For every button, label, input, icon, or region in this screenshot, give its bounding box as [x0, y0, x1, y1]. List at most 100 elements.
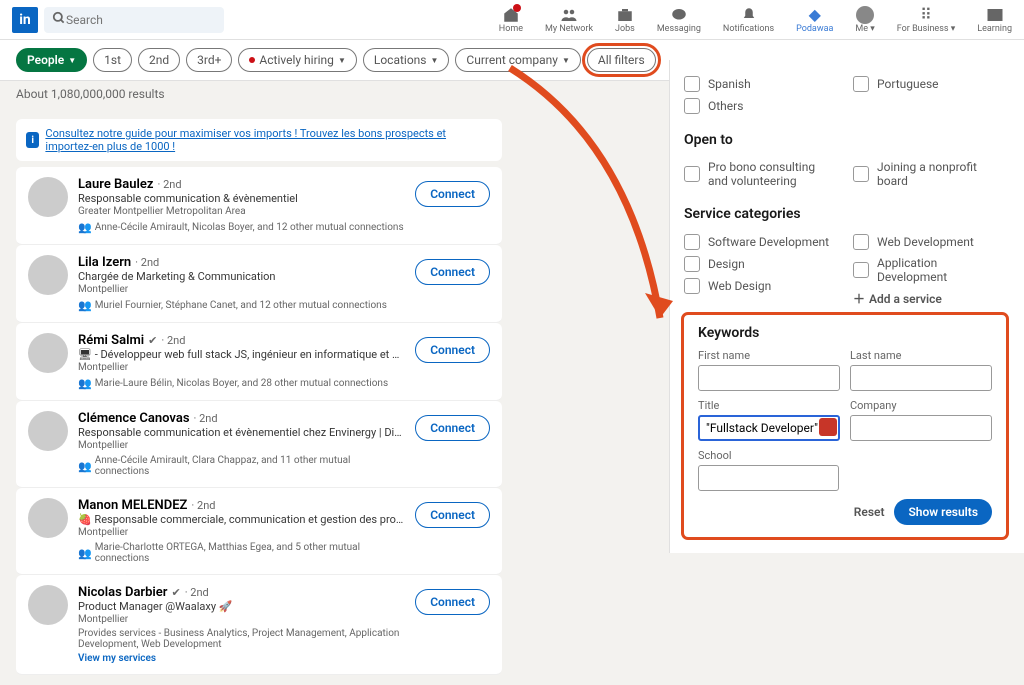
title-label: Title — [698, 399, 840, 412]
checkbox-icon — [684, 98, 700, 114]
check-appdev[interactable]: Application Development — [853, 256, 1006, 284]
filter-3rd[interactable]: 3rd+ — [186, 48, 232, 72]
filter-people[interactable]: People▼ — [16, 48, 87, 72]
connect-button[interactable]: Connect — [415, 589, 490, 615]
connection-degree: · 2nd — [191, 499, 215, 512]
filter-2nd[interactable]: 2nd — [138, 48, 180, 72]
check-softdev[interactable]: Software Development — [684, 234, 837, 250]
profile-headline: 🖥 - Développeur web full stack JS, ingén… — [78, 348, 405, 361]
result-card: Laure Baulez · 2nd Responsable communica… — [16, 167, 502, 245]
lname-label: Last name — [850, 349, 992, 362]
result-card: Lila Izern · 2nd Chargée de Marketing & … — [16, 245, 502, 323]
nav-podawaa[interactable]: ◆Podawaa — [796, 6, 833, 34]
verified-icon: ✔ — [171, 586, 180, 599]
profile-name-link[interactable]: Laure Baulez — [78, 177, 154, 192]
search-icon — [52, 11, 66, 28]
connection-degree: · 2nd — [185, 586, 209, 599]
network-icon — [560, 6, 578, 24]
mutual-connections: 👥Anne-Cécile Amirault, Nicolas Boyer, an… — [78, 221, 405, 234]
connect-button[interactable]: Connect — [415, 259, 490, 285]
avatar-icon — [856, 6, 874, 24]
profile-name-link[interactable]: Lila Izern — [78, 255, 131, 270]
people-icon: 👥 — [78, 299, 92, 312]
keywords-heading: Keywords — [698, 325, 992, 341]
mutual-connections: 👥Marie-Laure Bélin, Nicolas Boyer, and 2… — [78, 377, 405, 390]
profile-name-link[interactable]: Manon MELENDEZ — [78, 498, 187, 513]
profile-name-link[interactable]: Rémi Salmi — [78, 333, 144, 348]
profile-name-link[interactable]: Clémence Canovas — [78, 411, 190, 426]
check-nonprofit[interactable]: Joining a nonprofit board — [853, 160, 1006, 188]
view-services-link[interactable]: View my services — [78, 653, 405, 664]
profile-headline: Responsable communication et évènementie… — [78, 426, 405, 439]
connect-button[interactable]: Connect — [415, 502, 490, 528]
result-card: Nicolas Darbier ✔ · 2nd Product Manager … — [16, 575, 502, 675]
profile-avatar[interactable] — [28, 177, 68, 217]
checkbox-icon — [684, 166, 700, 182]
check-design[interactable]: Design — [684, 256, 837, 272]
info-icon: i — [26, 132, 39, 148]
notification-dot — [513, 4, 521, 12]
profile-avatar[interactable] — [28, 333, 68, 373]
reset-button[interactable]: Reset — [854, 505, 885, 519]
verified-icon: ✔ — [148, 334, 157, 347]
connect-button[interactable]: Connect — [415, 337, 490, 363]
check-portuguese[interactable]: Portuguese — [853, 76, 1006, 92]
banner-link[interactable]: Consultez notre guide pour maximiser vos… — [45, 127, 492, 153]
school-input[interactable] — [698, 465, 839, 491]
filter-actively-hiring[interactable]: Actively hiring▼ — [238, 48, 356, 72]
check-webdesign[interactable]: Web Design — [684, 278, 837, 294]
profile-avatar[interactable] — [28, 411, 68, 451]
nav-notifications[interactable]: Notifications — [723, 6, 774, 34]
nav-me[interactable]: Me ▾ — [855, 6, 874, 34]
connect-button[interactable]: Connect — [415, 181, 490, 207]
people-icon: 👥 — [78, 460, 92, 473]
checkbox-icon — [684, 76, 700, 92]
check-probono[interactable]: Pro bono consulting and volunteering — [684, 160, 837, 188]
briefcase-icon — [616, 6, 634, 24]
nav-jobs[interactable]: Jobs — [615, 6, 635, 34]
profile-name-link[interactable]: Nicolas Darbier — [78, 585, 167, 600]
services-text: Provides services - Business Analytics, … — [78, 628, 405, 650]
show-results-button[interactable]: Show results — [894, 499, 992, 525]
linkedin-logo[interactable]: in — [12, 7, 38, 33]
top-nav: in Home My Network Jobs Messaging Notifi… — [0, 0, 1024, 40]
filter-1st[interactable]: 1st — [93, 48, 132, 72]
nav-business[interactable]: ⠿For Business ▾ — [897, 6, 955, 34]
add-service-button[interactable]: ＋Add a service — [853, 290, 1006, 307]
plus-icon: ＋ — [853, 290, 865, 307]
podawaa-icon: ◆ — [806, 6, 824, 24]
search-box[interactable] — [44, 7, 224, 33]
profile-location: Montpellier — [78, 284, 405, 295]
result-card: Manon MELENDEZ · 2nd 🍓 Responsable comme… — [16, 488, 502, 575]
nav-network[interactable]: My Network — [545, 6, 593, 34]
last-name-input[interactable] — [850, 365, 992, 391]
filter-current-company[interactable]: Current company▼ — [455, 48, 580, 72]
check-spanish[interactable]: Spanish — [684, 76, 837, 92]
nav-messaging[interactable]: Messaging — [657, 6, 701, 34]
checkbox-icon — [684, 278, 700, 294]
filter-all-filters[interactable]: All filters — [587, 48, 656, 72]
check-webdev[interactable]: Web Development — [853, 234, 1006, 250]
school-label: School — [698, 449, 839, 462]
first-name-input[interactable] — [698, 365, 840, 391]
company-input[interactable] — [850, 415, 992, 441]
profile-avatar[interactable] — [28, 255, 68, 295]
company-label: Company — [850, 399, 992, 412]
nav-learning[interactable]: Learning — [977, 6, 1012, 34]
search-input[interactable] — [66, 13, 216, 27]
result-card: Rémi Salmi ✔ · 2nd 🖥 - Développeur web f… — [16, 323, 502, 401]
connection-degree: · 2nd — [135, 256, 159, 269]
caret-down-icon: ▼ — [338, 56, 346, 65]
profile-headline: Responsable communication & évènementiel — [78, 192, 405, 205]
connect-button[interactable]: Connect — [415, 415, 490, 441]
profile-location: Greater Montpellier Metropolitan Area — [78, 206, 405, 217]
check-others[interactable]: Others — [684, 98, 837, 114]
checkbox-icon — [853, 166, 869, 182]
profile-avatar[interactable] — [28, 585, 68, 625]
filter-locations[interactable]: Locations▼ — [363, 48, 450, 72]
profile-headline: 🍓 Responsable commerciale, communication… — [78, 513, 405, 526]
chat-icon — [670, 6, 688, 24]
keywords-section: Keywords First name Last name Title Comp… — [684, 315, 1006, 537]
profile-avatar[interactable] — [28, 498, 68, 538]
nav-home[interactable]: Home — [499, 6, 523, 34]
